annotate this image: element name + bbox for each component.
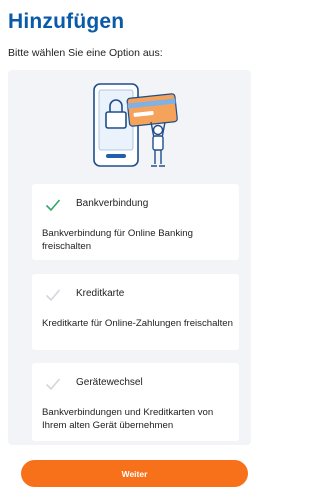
phone-lock-card-person-illustration xyxy=(93,83,178,167)
option-card-geraetewechsel[interactable]: Gerätewechsel Bankverbindungen und Kredi… xyxy=(32,363,239,441)
option-title: Kreditkarte xyxy=(76,288,125,299)
check-icon xyxy=(45,199,61,212)
option-card-kreditkarte[interactable]: Kreditkarte Kreditkarte für Online-Zahlu… xyxy=(32,274,239,350)
option-card-bankverbindung[interactable]: Bankverbindung Bankverbindung für Online… xyxy=(32,184,239,260)
check-icon xyxy=(45,289,61,302)
option-title: Bankverbindung xyxy=(76,198,149,209)
continue-button[interactable]: Weiter xyxy=(21,460,248,487)
option-title: Gerätewechsel xyxy=(76,377,143,388)
page-subtitle: Bitte wählen Sie eine Option aus: xyxy=(8,47,163,59)
option-description: Bankverbindung für Online Banking freisc… xyxy=(42,228,193,252)
option-description: Kreditkarte für Online-Zahlungen freisch… xyxy=(42,318,233,329)
option-description: Bankverbindungen und Kreditkarten von Ih… xyxy=(42,407,214,431)
page-title: Hinzufügen xyxy=(8,10,125,33)
check-icon xyxy=(45,378,61,391)
